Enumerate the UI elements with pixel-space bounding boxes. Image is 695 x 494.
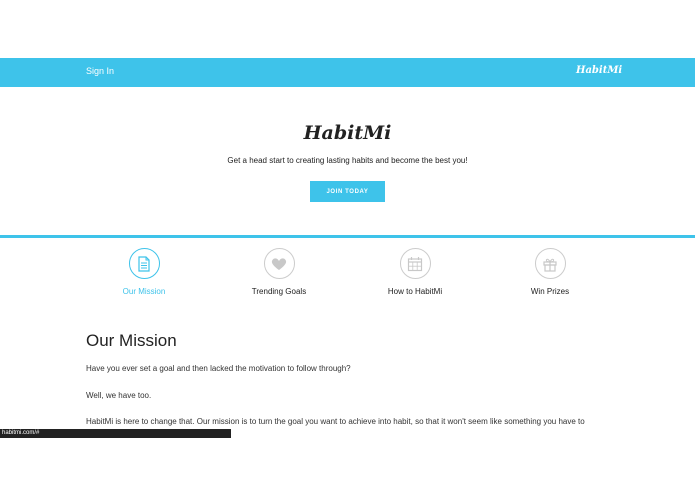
tab-win-prizes[interactable]: Win Prizes <box>495 248 605 296</box>
hero-tagline: Get a head start to creating lasting hab… <box>227 156 468 165</box>
tab-label: Trending Goals <box>251 287 307 296</box>
mission-paragraph: Well, we have too. <box>86 391 152 400</box>
status-bar-url: habitmi.com/# <box>0 429 231 438</box>
section-title: Our Mission <box>86 331 177 350</box>
gift-icon <box>534 248 566 279</box>
hero-logo: HabitMi <box>303 122 392 144</box>
top-navbar: Sign In HabitMi <box>0 58 695 87</box>
join-today-button[interactable]: JOIN TODAY <box>310 181 385 202</box>
heart-icon <box>263 248 295 279</box>
navbar-logo[interactable]: HabitMi <box>576 65 622 76</box>
tab-label: How to HabitMi <box>387 287 443 296</box>
tab-our-mission[interactable]: Our Mission <box>89 248 199 296</box>
tab-label: Win Prizes <box>530 287 570 296</box>
mission-paragraph: HabitMi is here to change that. Our miss… <box>86 417 585 426</box>
sign-in-link[interactable]: Sign In <box>86 66 114 76</box>
tab-trending-goals[interactable]: Trending Goals <box>224 248 334 296</box>
document-icon <box>128 248 160 279</box>
section-divider <box>0 235 695 238</box>
mission-paragraph: Have you ever set a goal and then lacked… <box>86 364 351 373</box>
calendar-icon <box>399 248 431 279</box>
tab-label: Our Mission <box>122 287 166 296</box>
tab-how-to-habitmi[interactable]: How to HabitMi <box>360 248 470 296</box>
